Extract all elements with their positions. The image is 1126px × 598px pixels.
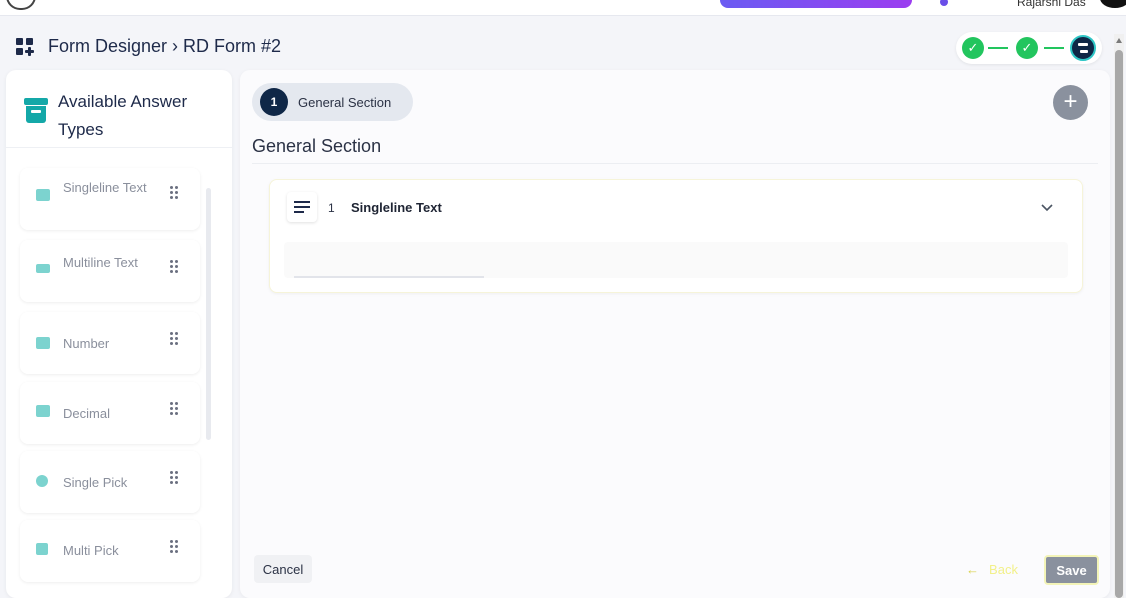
grid-add-icon [16,38,34,56]
answer-type-label: Multi Pick [63,543,119,558]
avatar[interactable] [1100,0,1126,8]
page-scrollbar[interactable] [1114,34,1124,598]
question-number: 1 [328,201,335,215]
step-2-complete-check-icon[interactable]: ✓ [1016,37,1038,59]
section-heading: General Section [252,136,382,156]
scroll-up-icon[interactable] [1116,38,1122,43]
answer-type-multiline-text[interactable]: Multiline Text [20,240,200,302]
section-tab-general[interactable]: 1 General Section [252,83,413,121]
question-card[interactable]: 1 Singleline Text [269,179,1083,293]
section-number-badge: 1 [260,88,288,116]
checkbox-icon [36,543,48,555]
drag-handle-icon[interactable] [170,260,180,274]
answer-types-scrollbar[interactable] [206,188,211,440]
answer-type-decimal[interactable]: Decimal [20,382,200,444]
step-3-current-icon[interactable] [1070,35,1096,61]
page-scrollbar-thumb[interactable] [1115,50,1123,598]
back-button[interactable]: ← Back [956,555,1028,583]
answer-type-multi-pick[interactable]: Multi Pick [20,520,200,582]
step-connector [1044,47,1064,49]
answer-type-single-pick[interactable]: Single Pick [20,451,200,513]
answer-type-label: Single Pick [63,475,128,490]
drag-handle-icon[interactable] [170,402,180,416]
drag-handle-icon[interactable] [170,471,180,485]
notification-dot-icon [940,0,948,6]
step-1-complete-check-icon[interactable]: ✓ [962,37,984,59]
arrow-left-icon: ← [966,561,980,577]
back-button-label: Back [989,561,1018,577]
page-header: Form Designer › RD Form #2 ✓ ✓ [0,28,1112,68]
short-text-icon [287,192,317,222]
archive-icon [24,98,48,124]
answer-types-title: Available Answer Types [58,92,188,139]
answer-type-label: Multiline Text [63,255,138,270]
drag-handle-icon[interactable] [170,186,180,200]
add-section-plus-icon[interactable]: + [1053,85,1088,120]
app-logo-icon[interactable] [6,0,36,10]
progress-stepper: ✓ ✓ [956,32,1102,64]
cancel-button[interactable]: Cancel [254,555,312,583]
save-button[interactable]: Save [1044,555,1099,585]
answer-type-label: Singleline Text [63,180,147,195]
user-name[interactable]: Rajarshi Das [1017,0,1086,9]
page-title: Form Designer › RD Form #2 [48,36,282,56]
section-tab-label: General Section [298,95,392,110]
answer-type-number[interactable]: Number [20,312,200,374]
answer-type-label: Decimal [63,406,110,421]
answer-type-label: Number [63,336,110,351]
divider [252,163,1098,164]
step-connector [988,47,1008,49]
lines-icon [36,264,50,273]
text-type-icon [36,189,50,201]
number-icon [36,337,50,349]
question-label: Singleline Text [351,200,442,215]
form-canvas: 1 General Section + General Section 1 Si… [240,70,1110,598]
drag-handle-icon[interactable] [170,332,180,346]
answer-type-singleline-text[interactable]: Singleline Text [20,168,200,230]
answer-types-panel: Available Answer Types Singleline Text M… [6,70,232,598]
chevron-down-icon[interactable] [1040,200,1054,214]
top-app-bar: Rajarshi Das [0,0,1126,16]
radio-icon [36,475,48,487]
calculator-icon [36,405,50,417]
drag-handle-icon[interactable] [170,540,180,554]
answer-types-header: Available Answer Types [6,70,232,148]
question-preview-field [284,242,1068,278]
upgrade-button[interactable] [720,0,912,8]
